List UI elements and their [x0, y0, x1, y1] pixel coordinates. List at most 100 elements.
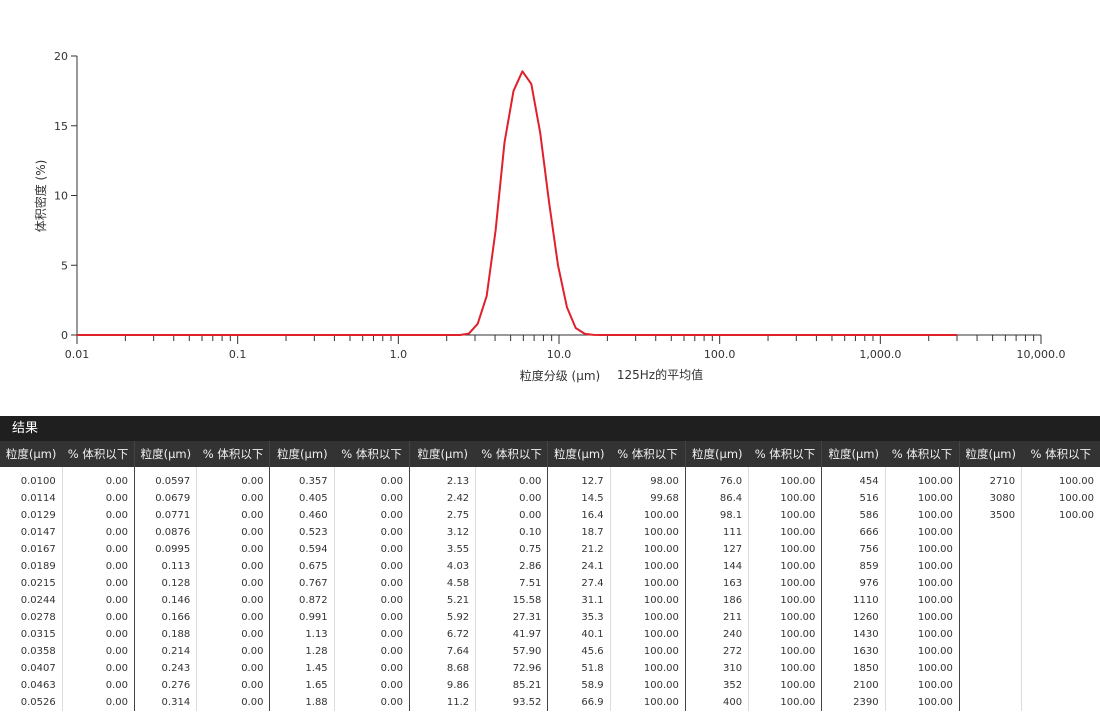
percent-cell: 100.00 [748, 541, 822, 558]
size-cell: 58.9 [547, 677, 611, 694]
percent-cell: 100.00 [884, 575, 960, 592]
size-cell: 1.88 [269, 694, 335, 711]
percent-cell: 100.00 [884, 643, 960, 660]
percent-cell: 0.00 [61, 467, 135, 490]
percent-cell: 0.00 [61, 694, 135, 711]
percent-cell: 100.00 [1021, 490, 1100, 507]
percent-cell [1021, 541, 1100, 558]
size-cell: 0.0407 [20, 663, 56, 674]
size-cell: 31.1 [547, 592, 611, 609]
x-tick-label: 10,000.0 [1017, 348, 1066, 361]
size-cell: 35.3 [547, 609, 611, 626]
size-cell: 1.45 [269, 660, 335, 677]
percent-cell [1021, 626, 1100, 643]
percent-cell: 100.00 [609, 643, 686, 660]
size-cell [958, 541, 1022, 558]
size-cell: 1.65 [269, 677, 335, 694]
size-cell: 0.314 [133, 694, 197, 711]
size-cell: 0.0189 [20, 561, 56, 572]
size-cell: 0.146 [133, 592, 197, 609]
percent-cell: 100.00 [884, 609, 960, 626]
percent-cell: 0.00 [475, 490, 548, 507]
percent-cell: 0.00 [61, 677, 135, 694]
y-axis-label: 体积密度 (%) [33, 160, 48, 233]
percent-cell: 72.96 [475, 660, 548, 677]
percent-cell: 0.00 [196, 660, 270, 677]
table-row: 0.0358 0.00 0.214 0.00 1.28 0.00 7.64 57.90 45.6… [0, 643, 1100, 660]
size-cell: 516 [821, 490, 886, 507]
y-tick-label: 10 [54, 190, 68, 203]
size-cell: 0.767 [269, 575, 335, 592]
table-row: 0.0147 0.00 0.0876 0.00 0.523 0.00 3.12 0.10 18.… [0, 524, 1100, 541]
size-cell: 40.1 [547, 626, 611, 643]
size-cell: 2710 [958, 467, 1022, 490]
percent-cell: 100.00 [609, 507, 686, 524]
size-cell: 7.64 [408, 643, 476, 660]
y-tick-label: 5 [61, 259, 68, 272]
header-size: 粒度(μm) [0, 441, 63, 467]
size-cell: 3.55 [408, 541, 476, 558]
percent-cell: 93.52 [475, 694, 548, 711]
size-cell: 0.675 [269, 558, 335, 575]
percent-cell: 100.00 [884, 524, 960, 541]
percent-cell: 100.00 [884, 490, 960, 507]
percent-cell: 0.00 [196, 490, 270, 507]
size-cell: 144 [684, 558, 749, 575]
x-tick-label: 0.01 [65, 348, 90, 361]
results-table: 粒度(μm)% 体积以下 粒度(μm)% 体积以下 粒度(μm)% 体积以下 粒度(μ… [0, 441, 1100, 711]
percent-cell: 0.00 [333, 609, 410, 626]
percent-cell: 100.00 [884, 660, 960, 677]
size-cell: 1110 [821, 592, 886, 609]
percent-cell: 0.00 [196, 467, 270, 490]
size-cell: 3.12 [408, 524, 476, 541]
percent-cell: 0.00 [333, 643, 410, 660]
percent-cell [1021, 558, 1100, 575]
y-tick-label: 0 [61, 329, 68, 342]
table-row: 0.0167 0.00 0.0995 0.00 0.594 0.00 3.55 0.75 21.… [0, 541, 1100, 558]
percent-cell: 100.00 [748, 677, 822, 694]
size-cell: 9.86 [408, 677, 476, 694]
size-cell: 1.13 [269, 626, 335, 643]
header-size: 粒度(μm) [408, 441, 476, 467]
results-header-row: 粒度(μm)% 体积以下 粒度(μm)% 体积以下 粒度(μm)% 体积以下 粒度(μ… [0, 441, 1100, 467]
percent-cell: 100.00 [609, 524, 686, 541]
percent-cell [1021, 592, 1100, 609]
size-cell: 0.460 [269, 507, 335, 524]
size-cell: 0.188 [133, 626, 197, 643]
header-size: 粒度(μm) [821, 441, 886, 467]
percent-cell: 2.86 [475, 558, 548, 575]
size-cell: 240 [684, 626, 749, 643]
size-cell: 76.0 [684, 467, 749, 490]
percent-cell: 15.58 [475, 592, 548, 609]
percent-cell: 0.00 [61, 524, 135, 541]
percent-cell: 41.97 [475, 626, 548, 643]
size-cell: 859 [821, 558, 886, 575]
percent-cell: 100.00 [884, 626, 960, 643]
percent-cell: 0.00 [333, 660, 410, 677]
results-title: 结果 [0, 416, 1100, 441]
size-cell: 0.0526 [20, 697, 56, 708]
percent-cell [1021, 643, 1100, 660]
size-cell: 186 [684, 592, 749, 609]
header-size: 粒度(μm) [684, 441, 749, 467]
size-cell: 2.13 [408, 467, 476, 490]
chart-ticks: 0 5 10 15 20 0.01 0.1 1.0 10.0 100.0 1,000.0 10,000… [54, 50, 1065, 361]
particle-size-chart: 0 5 10 15 20 0.01 0.1 1.0 10.0 100.0 1,000.0 10,000… [33, 50, 1065, 383]
percent-cell: 0.00 [196, 524, 270, 541]
size-cell: 24.1 [547, 558, 611, 575]
percent-cell: 100.00 [748, 660, 822, 677]
size-cell: 310 [684, 660, 749, 677]
size-cell: 0.276 [133, 677, 197, 694]
percent-cell: 100.00 [884, 507, 960, 524]
x-axis-label: 粒度分级 (μm) [520, 368, 601, 383]
header-percent-under: % 体积以下 [62, 441, 135, 467]
size-cell: 0.0278 [20, 612, 56, 623]
percent-cell [1021, 524, 1100, 541]
size-cell [958, 694, 1022, 711]
percent-cell: 100.00 [1021, 507, 1100, 524]
percent-cell: 0.75 [475, 541, 548, 558]
size-cell: 3500 [958, 507, 1022, 524]
size-cell: 0.0129 [20, 510, 56, 521]
percent-cell: 100.00 [609, 541, 686, 558]
size-cell [958, 609, 1022, 626]
